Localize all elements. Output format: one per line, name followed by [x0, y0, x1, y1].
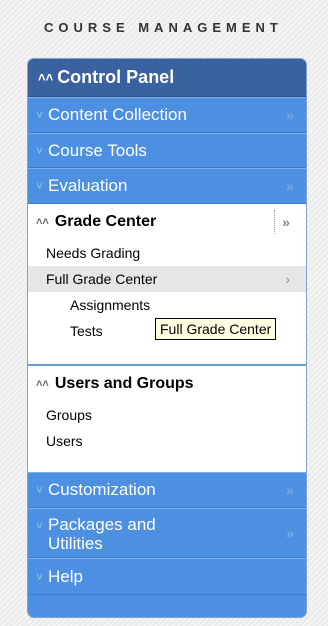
chevron-right-icon: › — [285, 271, 290, 287]
divider — [274, 210, 275, 234]
menu-item-label: Customization — [48, 480, 156, 499]
tooltip: Full Grade Center — [155, 318, 277, 340]
expand-down-icon: ˅ — [36, 569, 44, 584]
collapse-up-icon: ˄˄ — [36, 216, 49, 228]
grade-center-label: Grade Center — [54, 213, 157, 230]
menu-item-evaluation[interactable]: ˅ Evaluation » — [28, 168, 306, 204]
menu-item-label: Help — [48, 566, 83, 586]
users-groups-label: Users and Groups — [54, 375, 194, 392]
link-needs-grading[interactable]: Needs Grading — [28, 240, 306, 266]
link-assignments[interactable]: Assignments — [28, 292, 306, 318]
users-groups-header[interactable]: ˄˄ Users and Groups — [28, 366, 306, 402]
grade-center-section: ˄˄ Grade Center » Needs Grading Full Gra… — [28, 204, 306, 366]
control-panel-title[interactable]: ˄˄ Control Panel — [28, 59, 306, 97]
expand-down-icon: ˅ — [36, 108, 44, 122]
flyout-arrow-icon[interactable]: » — [286, 525, 294, 541]
menu-item-content-collection[interactable]: ˅ Content Collection » — [28, 97, 306, 133]
flyout-arrow-icon[interactable]: » — [286, 107, 294, 123]
menu-item-course-tools[interactable]: ˅ Course Tools — [28, 133, 306, 168]
expand-down-icon: ˅ — [36, 483, 44, 497]
expand-down-icon: ˅ — [36, 519, 44, 533]
menu-item-customization[interactable]: ˅ Customization » — [28, 472, 306, 508]
link-full-grade-center[interactable]: Full Grade Center › — [28, 266, 306, 292]
menu-item-label-line2: Utilities — [48, 534, 103, 553]
grade-center-header[interactable]: ˄˄ Grade Center » — [28, 204, 306, 240]
menu-item-packages-utilities[interactable]: ˅ Packages and Utilities » — [28, 508, 306, 558]
menu-item-label: Evaluation — [48, 176, 128, 195]
flyout-arrow-icon[interactable]: » — [286, 178, 294, 194]
link-groups[interactable]: Groups — [28, 402, 306, 428]
menu-item-help[interactable]: ˅ Help — [28, 558, 306, 595]
link-label: Full Grade Center — [46, 271, 158, 287]
menu-item-label-line1: Packages and — [48, 515, 156, 534]
control-panel-label: Control Panel — [57, 67, 175, 87]
link-users[interactable]: Users — [28, 428, 306, 454]
expand-down-icon: ˅ — [36, 143, 44, 158]
expand-down-icon: ˅ — [36, 179, 44, 193]
course-management-header: COURSE MANAGEMENT — [44, 20, 283, 35]
collapse-up-icon: ˄˄ — [38, 70, 54, 85]
menu-item-label: Content Collection — [48, 105, 187, 124]
flyout-arrow-icon[interactable]: » — [286, 482, 294, 498]
users-groups-section: ˄˄ Users and Groups Groups Users — [28, 366, 306, 472]
collapse-up-icon: ˄˄ — [36, 378, 49, 390]
menu-item-label: Course Tools — [48, 140, 147, 160]
flyout-arrow-icon[interactable]: » — [282, 214, 290, 230]
menu-item-label: Packages and Utilities — [48, 515, 156, 553]
